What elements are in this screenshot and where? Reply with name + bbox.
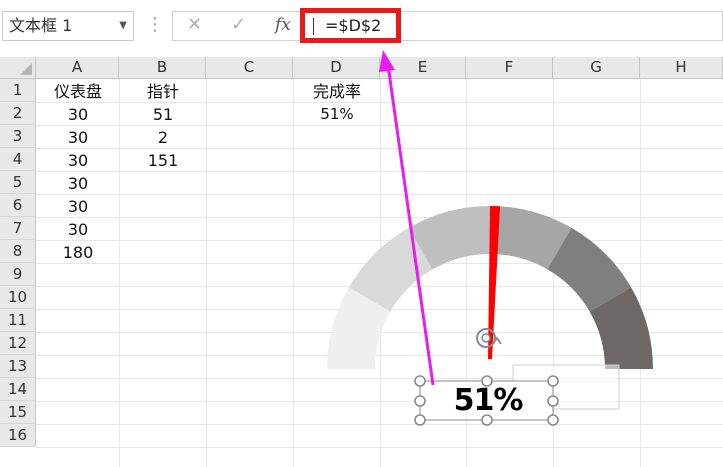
select-all-corner[interactable] (0, 57, 36, 79)
row-header-14[interactable]: 14 (0, 378, 36, 401)
name-box[interactable]: 文本框 1 ▼ (2, 11, 134, 41)
gridline (293, 79, 294, 467)
cell-B3[interactable]: 2 (120, 126, 206, 149)
gauge-value-label[interactable]: 51% (440, 383, 536, 418)
check-icon[interactable]: ✓ (231, 14, 246, 35)
row-header-12[interactable]: 12 (0, 332, 36, 355)
gridline (36, 447, 723, 448)
column-header-a[interactable]: A (36, 57, 119, 79)
cell-D1[interactable]: 完成率 (294, 80, 380, 103)
resize-handle[interactable] (547, 375, 559, 387)
formula-bar-area: 文本框 1 ▼ ⋮ ✕ ✓ fx =$D$2 (0, 0, 723, 56)
more-vert-icon: ⋮ (146, 14, 164, 35)
cell-A8[interactable]: 180 (37, 241, 119, 264)
cell-D2[interactable]: 51% (294, 103, 380, 126)
cell-B2[interactable]: 51 (120, 103, 206, 126)
row-header-7[interactable]: 7 (0, 217, 36, 240)
row-header-5[interactable]: 5 (0, 171, 36, 194)
row-header-10[interactable]: 10 (0, 286, 36, 309)
row-header-1[interactable]: 1 (0, 79, 36, 102)
cell-B4[interactable]: 151 (120, 149, 206, 172)
row-header-6[interactable]: 6 (0, 194, 36, 217)
gridline (36, 424, 723, 425)
row-header-16[interactable]: 16 (0, 424, 36, 447)
row-header-9[interactable]: 9 (0, 263, 36, 286)
formula-tools: ✕ ✓ fx (172, 11, 308, 41)
cell-A5[interactable]: 30 (37, 172, 119, 195)
gridline (36, 378, 723, 379)
cell-A4[interactable]: 30 (37, 149, 119, 172)
close-icon[interactable]: ✕ (187, 14, 202, 35)
gridline (36, 194, 723, 195)
column-header-h[interactable]: H (640, 57, 723, 79)
column-header-c[interactable]: C (206, 57, 293, 79)
row-header-11[interactable]: 11 (0, 309, 36, 332)
formula-highlight-box: =$D$2 (300, 8, 401, 43)
row-header-13[interactable]: 13 (0, 355, 36, 378)
column-header-f[interactable]: F (466, 57, 553, 79)
row-header-3[interactable]: 3 (0, 125, 36, 148)
resize-handle[interactable] (547, 395, 559, 407)
resize-handle[interactable] (414, 414, 426, 426)
fx-icon[interactable]: fx (275, 15, 291, 35)
cell-A3[interactable]: 30 (37, 126, 119, 149)
row-header-4[interactable]: 4 (0, 148, 36, 171)
row-header-15[interactable]: 15 (0, 401, 36, 424)
gridline (640, 79, 641, 467)
resize-handle[interactable] (414, 375, 426, 387)
text-cursor (313, 18, 314, 35)
gridline (36, 217, 723, 218)
chevron-down-icon[interactable]: ▼ (119, 12, 127, 40)
cell-B1[interactable]: 指针 (120, 80, 206, 103)
row-header-8[interactable]: 8 (0, 240, 36, 263)
cell-A7[interactable]: 30 (37, 218, 119, 241)
gridline (36, 240, 723, 241)
row-header-2[interactable]: 2 (0, 102, 36, 125)
cell-A6[interactable]: 30 (37, 195, 119, 218)
column-header-d[interactable]: D (293, 57, 380, 79)
gridline (206, 79, 207, 467)
resize-handle[interactable] (414, 395, 426, 407)
column-header-b[interactable]: B (119, 57, 206, 79)
name-box-value: 文本框 1 (9, 16, 73, 35)
resize-handle[interactable] (547, 414, 559, 426)
cell-A1[interactable]: 仪表盘 (37, 80, 119, 103)
formula-text[interactable]: =$D$2 (325, 16, 381, 35)
column-header-g[interactable]: G (553, 57, 640, 79)
gridline (36, 401, 723, 402)
cell-A2[interactable]: 30 (37, 103, 119, 126)
